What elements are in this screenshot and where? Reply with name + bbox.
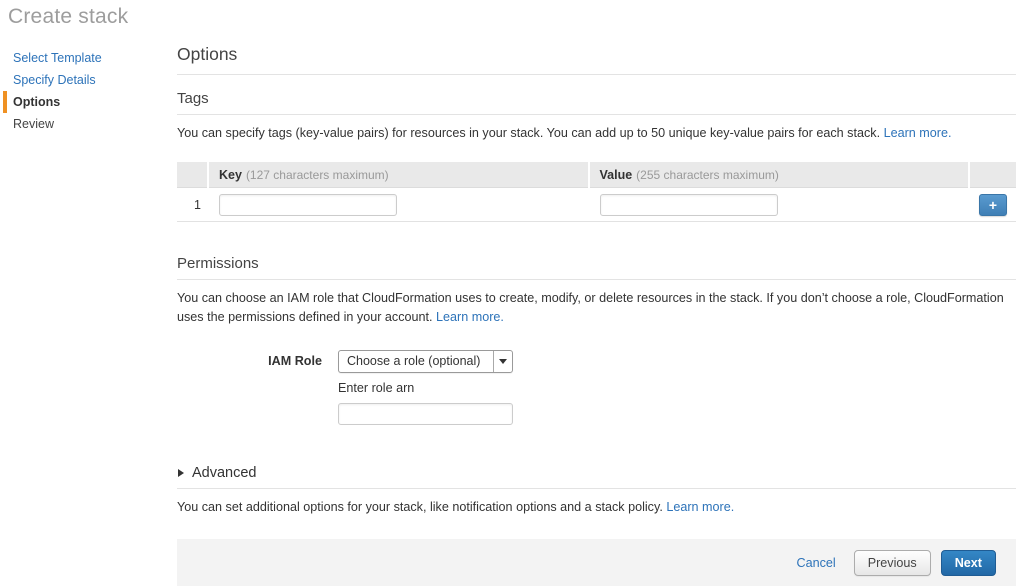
advanced-description-text: You can set additional options for your … [177,500,663,514]
permissions-description: You can choose an IAM role that CloudFor… [177,289,1016,326]
sidebar-item-specify-details[interactable]: Specify Details [0,69,177,91]
advanced-section: Advanced You can set additional options … [177,465,1016,516]
tag-value-input[interactable] [600,194,778,216]
tags-description-text: You can specify tags (key-value pairs) f… [177,126,880,140]
tags-description: You can specify tags (key-value pairs) f… [177,124,1016,142]
tags-learn-more-link[interactable]: Learn more. [884,126,952,140]
step-heading: Options [177,44,1016,75]
tags-section: Tags You can specify tags (key-value pai… [177,90,1016,222]
dropdown-arrow-icon [493,351,512,372]
sidebar-item-options: Options [3,91,177,113]
permissions-heading: Permissions [177,255,1016,280]
advanced-description: You can set additional options for your … [177,498,1016,516]
add-tag-button[interactable]: + [979,194,1007,216]
iam-role-form: IAM Role Choose a role (optional) Enter … [177,350,1016,425]
tags-table: Key (127 characters maximum) Value (255 … [177,162,1016,222]
key-column-header: Key (127 characters maximum) [209,162,588,188]
plus-icon: + [989,197,997,213]
page-title: Create stack [0,4,177,29]
sidebar-item-select-template[interactable]: Select Template [0,47,177,69]
action-cell: + [970,188,1016,221]
permissions-learn-more-link[interactable]: Learn more. [436,310,504,324]
main-content: Options Tags You can specify tags (key-v… [177,0,1027,586]
key-cell [209,188,588,221]
cancel-link[interactable]: Cancel [797,556,836,570]
action-column-header [970,162,1016,188]
advanced-expander[interactable]: Advanced [177,465,1016,489]
value-column-hint: (255 characters maximum) [636,168,779,182]
next-button[interactable]: Next [941,550,996,576]
iam-role-label: IAM Role [177,350,322,425]
row-number-header-cell [177,162,207,188]
table-row: 1 + [177,188,1016,221]
advanced-learn-more-link[interactable]: Learn more. [666,500,734,514]
expand-triangle-icon [178,469,184,477]
role-arn-input-wrap [338,403,513,425]
advanced-heading: Advanced [192,465,257,481]
key-column-label: Key [219,168,242,182]
value-column-label: Value [600,168,633,182]
sidebar-item-review: Review [0,113,177,135]
permissions-description-text: You can choose an IAM role that CloudFor… [177,291,1004,323]
wizard-steps-nav: Select Template Specify Details Options … [0,47,177,135]
row-number-cell: 1 [177,188,207,221]
permissions-section: Permissions You can choose an IAM role t… [177,255,1016,425]
key-column-hint: (127 characters maximum) [246,168,389,182]
previous-button[interactable]: Previous [854,550,931,576]
iam-role-select-value: Choose a role (optional) [339,354,493,368]
iam-role-controls: Choose a role (optional) Enter role arn [338,350,513,425]
tag-key-input[interactable] [219,194,397,216]
create-stack-page: Create stack Select Template Specify Det… [0,0,1027,586]
tags-table-header-row: Key (127 characters maximum) Value (255 … [177,162,1016,188]
wizard-footer: Cancel Previous Next [177,539,1016,586]
value-column-header: Value (255 characters maximum) [590,162,969,188]
iam-role-select[interactable]: Choose a role (optional) [338,350,513,373]
role-arn-label: Enter role arn [338,381,513,395]
tags-heading: Tags [177,90,1016,115]
value-cell [590,188,969,221]
role-arn-input[interactable] [338,403,513,425]
wizard-sidebar: Create stack Select Template Specify Det… [0,0,177,586]
